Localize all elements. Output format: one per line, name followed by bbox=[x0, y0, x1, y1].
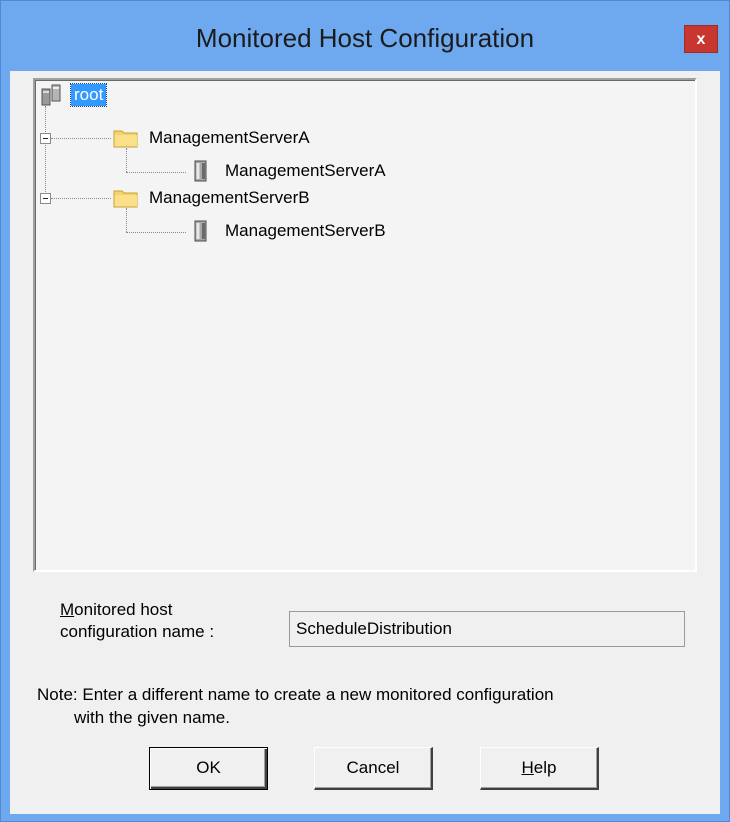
collapse-toggle-group-b[interactable] bbox=[40, 193, 51, 204]
tree-node-group[interactable]: ManagementServerB bbox=[149, 187, 310, 209]
tree-node-root[interactable]: root bbox=[69, 83, 108, 107]
tree-node-host[interactable]: ManagementServerB bbox=[225, 220, 386, 242]
server-icon bbox=[193, 220, 209, 242]
title-bar[interactable]: Monitored Host Configuration x bbox=[1, 1, 729, 71]
ok-button-label: OK bbox=[196, 758, 221, 777]
tree-connector bbox=[51, 198, 111, 199]
server-icon bbox=[193, 160, 209, 182]
cancel-button[interactable]: Cancel bbox=[314, 747, 433, 790]
config-name-label: Monitored host configuration name : bbox=[60, 599, 214, 643]
note-text: Note: Enter a different name to create a… bbox=[37, 683, 554, 729]
note-line-1: Note: Enter a different name to create a… bbox=[37, 685, 554, 704]
servers-icon bbox=[41, 83, 63, 107]
tree-node-group[interactable]: ManagementServerA bbox=[149, 127, 310, 149]
tree-connector bbox=[126, 208, 127, 232]
tree-connector bbox=[126, 232, 186, 233]
config-name-input[interactable] bbox=[289, 611, 685, 647]
folder-icon bbox=[113, 188, 139, 208]
tree-node-host[interactable]: ManagementServerA bbox=[225, 160, 386, 182]
tree-connector bbox=[45, 106, 46, 198]
close-button[interactable]: x bbox=[684, 25, 718, 53]
help-button[interactable]: Help bbox=[480, 747, 599, 790]
dialog-client-area: root ManagementServerA ManagementServerA… bbox=[10, 71, 720, 814]
dialog-window: Monitored Host Configuration x root Mana… bbox=[0, 0, 730, 822]
note-line-2: with the given name. bbox=[74, 708, 230, 727]
help-mnemonic: H bbox=[521, 758, 534, 777]
tree-connector bbox=[51, 138, 111, 139]
config-name-label-line1: onitored host bbox=[74, 600, 173, 619]
collapse-toggle-group-a[interactable] bbox=[40, 133, 51, 144]
folder-icon bbox=[113, 128, 139, 148]
help-button-label: elp bbox=[533, 758, 557, 777]
cancel-button-label: Cancel bbox=[346, 758, 400, 777]
tree-connector bbox=[126, 148, 127, 172]
ok-button[interactable]: OK bbox=[149, 747, 268, 790]
tree-connector bbox=[126, 172, 186, 173]
config-name-label-line2: configuration name : bbox=[60, 622, 215, 641]
close-icon: x bbox=[696, 31, 706, 48]
host-tree-view[interactable]: root ManagementServerA ManagementServerA… bbox=[33, 78, 697, 572]
mnemonic-char: M bbox=[60, 600, 75, 619]
window-title: Monitored Host Configuration bbox=[195, 23, 535, 53]
